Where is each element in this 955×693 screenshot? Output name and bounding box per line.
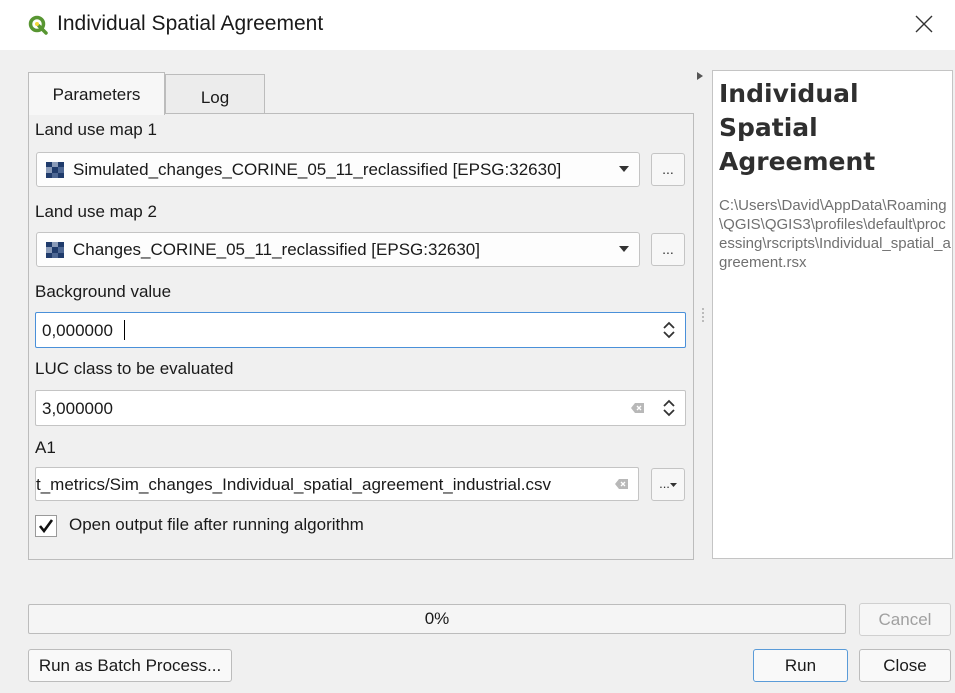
spin-arrows-icon[interactable]	[662, 397, 676, 419]
chevron-down-icon	[619, 246, 629, 252]
luc-class-spinbox[interactable]: 3,000000	[35, 390, 686, 426]
land-use-map-1-combo[interactable]: Simulated_changes_CORINE_05_11_reclassif…	[36, 152, 640, 187]
raster-layer-icon	[46, 242, 64, 258]
a1-output-path-input[interactable]: t_metrics/Sim_changes_Individual_spatial…	[35, 467, 639, 501]
title-bar: Individual Spatial Agreement	[0, 0, 955, 50]
a1-browse-label: ...	[659, 476, 670, 491]
tab-log[interactable]: Log	[165, 74, 265, 114]
open-output-checkbox[interactable]	[35, 515, 57, 537]
land-use-map-2-label: Land use map 2	[35, 202, 157, 221]
luc-class-label: LUC class to be evaluated	[35, 359, 234, 378]
clear-icon[interactable]	[631, 402, 645, 414]
progress-bar: 0%	[28, 604, 846, 634]
close-window-icon[interactable]	[913, 13, 935, 35]
collapse-arrow-icon[interactable]	[697, 72, 703, 80]
land-use-map-1-value: Simulated_changes_CORINE_05_11_reclassif…	[73, 160, 562, 179]
help-panel: Individual Spatial Agreement C:\Users\Da…	[712, 70, 953, 559]
land-use-map-2-value: Changes_CORINE_05_11_reclassified [EPSG:…	[73, 240, 480, 259]
open-output-label: Open output file after running algorithm	[69, 515, 364, 534]
a1-browse-menu-button[interactable]: ...	[651, 468, 685, 501]
a1-label: A1	[35, 438, 56, 457]
run-button[interactable]: Run	[753, 649, 848, 682]
tab-parameters[interactable]: Parameters	[28, 72, 165, 115]
land-use-map-1-browse-button[interactable]: ...	[651, 153, 685, 186]
land-use-map-1-label: Land use map 1	[35, 120, 157, 139]
cancel-button[interactable]: Cancel	[859, 603, 951, 636]
background-value-spinbox[interactable]: 0,000000	[35, 312, 686, 348]
land-use-map-2-combo[interactable]: Changes_CORINE_05_11_reclassified [EPSG:…	[36, 232, 640, 267]
a1-output-path-text: t_metrics/Sim_changes_Individual_spatial…	[36, 475, 551, 494]
clear-icon[interactable]	[615, 478, 629, 490]
text-cursor	[124, 320, 125, 340]
land-use-map-2-browse-button[interactable]: ...	[651, 233, 685, 266]
run-batch-button[interactable]: Run as Batch Process...	[28, 649, 232, 682]
chevron-down-icon	[669, 483, 677, 487]
checkmark-icon	[38, 519, 54, 534]
raster-layer-icon	[46, 162, 64, 178]
help-title: Individual Spatial Agreement	[719, 79, 876, 176]
luc-class-text: 3,000000	[42, 399, 113, 418]
splitter-handle-icon[interactable]	[702, 307, 704, 323]
spin-arrows-icon[interactable]	[662, 319, 676, 341]
background-value-label: Background value	[35, 282, 172, 301]
chevron-down-icon	[619, 166, 629, 172]
close-button[interactable]: Close	[859, 649, 951, 682]
progress-text: 0%	[424, 609, 450, 628]
qgis-logo-icon	[28, 15, 48, 35]
background-value-text: 0,000000	[42, 321, 113, 340]
window-title: Individual Spatial Agreement	[57, 12, 324, 35]
help-script-path: C:\Users\David\AppData\Roaming\QGIS\QGIS…	[719, 197, 951, 271]
